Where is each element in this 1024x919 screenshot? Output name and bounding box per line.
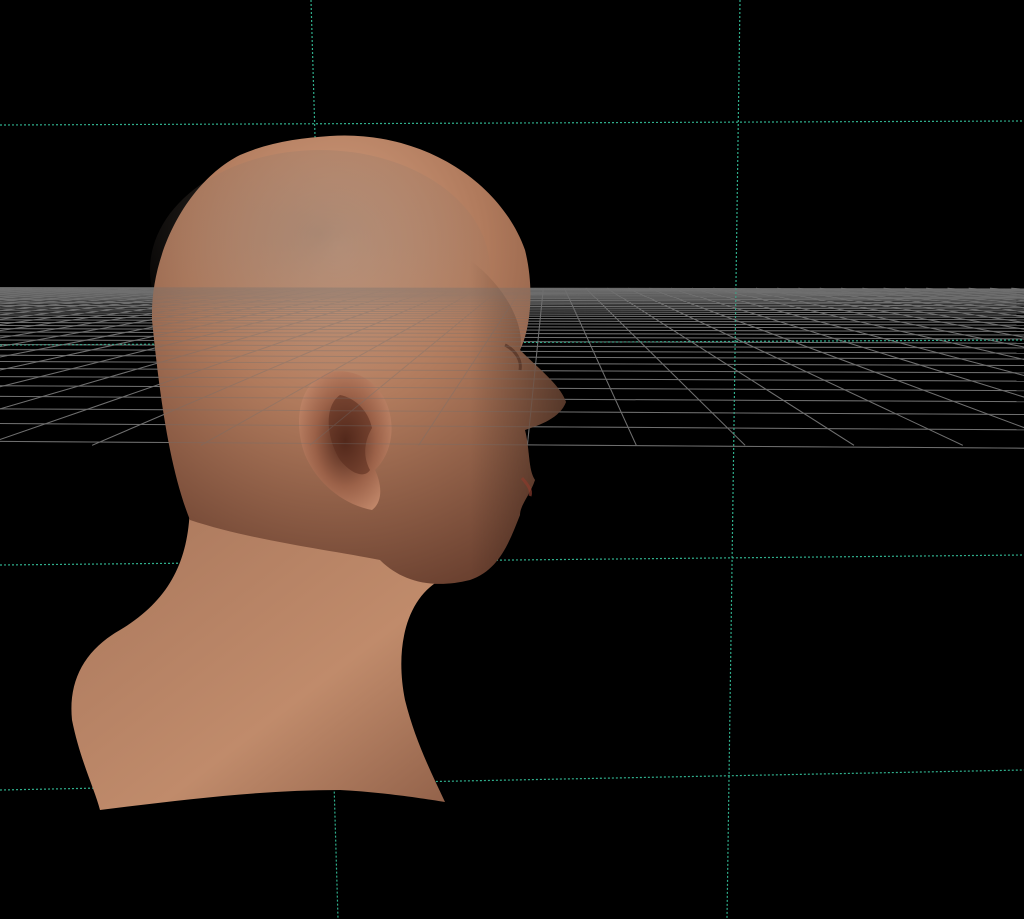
grid-line-depth (841, 287, 1024, 313)
grid-overlay-line (670, 287, 1024, 398)
grid-line-depth (692, 287, 1024, 377)
guide-line-horizontal-low (0, 554, 1024, 566)
grid-overlay-line (841, 287, 1024, 313)
grid-line-depth (0, 287, 12, 290)
grid-line-depth (904, 287, 1024, 302)
grid-overlay-line (0, 287, 12, 290)
grid-line-depth (734, 287, 1024, 348)
grid-overlay-line (904, 287, 1024, 302)
grid-overlay-line (692, 287, 1024, 377)
grid-line-depth (968, 287, 1024, 294)
head-model[interactable] (71, 135, 566, 810)
grid-overlay-line (0, 287, 76, 295)
grid-overlay-line (713, 287, 1024, 360)
viewport-canvas[interactable] (0, 0, 1024, 919)
scalp-shading (150, 150, 490, 390)
guide-line-vertical-right (726, 0, 741, 919)
guide-line-horizontal-top (0, 120, 1024, 126)
grid-line-depth (670, 287, 1024, 398)
grid-line-depth (0, 287, 76, 295)
grid-line-depth (713, 287, 1024, 360)
3d-viewport[interactable] (0, 0, 1024, 919)
grid-overlay-line (734, 287, 1024, 348)
grid-overlay-line (968, 287, 1024, 294)
